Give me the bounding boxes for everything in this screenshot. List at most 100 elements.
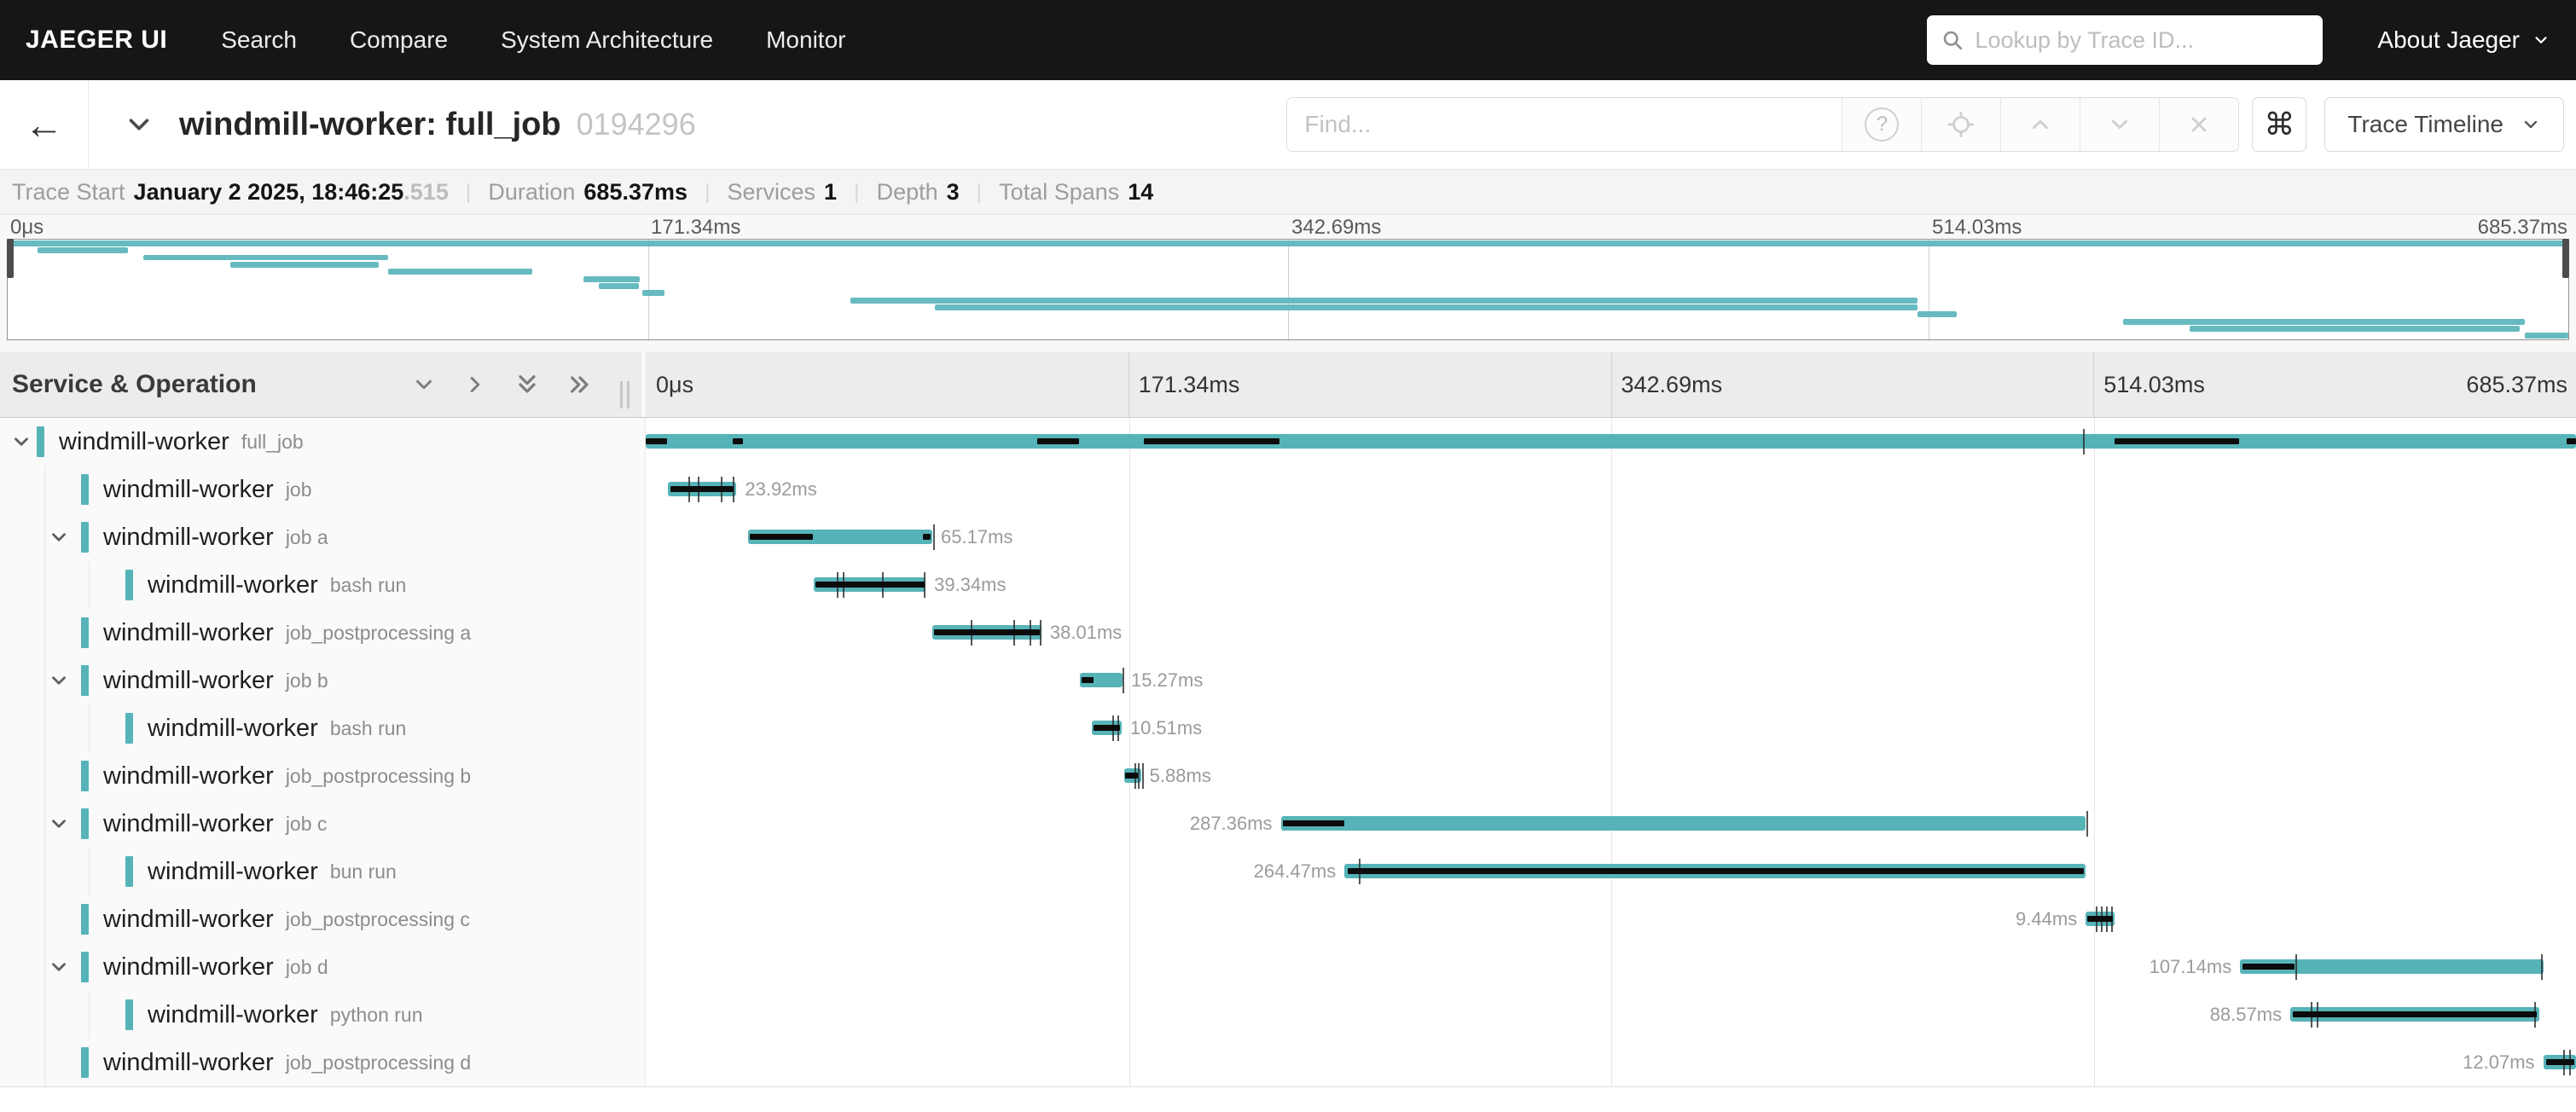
span-row-detail[interactable]: windmill-workerbash run xyxy=(0,704,646,752)
timeline-panel-header: Service & Operation 0μs171.34ms342.69ms5… xyxy=(0,352,2576,418)
span-duration-label: 287.36ms xyxy=(1190,800,1273,848)
service-name: windmill-worker xyxy=(103,906,274,934)
span-row-detail[interactable]: windmill-workerfull_job xyxy=(0,418,646,466)
command-icon: ⌘ xyxy=(2264,107,2295,142)
critical-path-segment xyxy=(1283,820,1344,826)
summary-label: Duration xyxy=(488,179,575,206)
nav-item-compare[interactable]: Compare xyxy=(323,26,474,54)
timeline-gridline xyxy=(1128,352,1129,417)
trace-view-selector[interactable]: Trace Timeline xyxy=(2324,97,2564,152)
span-row: windmill-workerjob_postprocessing b5.88m… xyxy=(0,752,2576,800)
back-button[interactable]: ← xyxy=(0,80,89,169)
column-resize-handle[interactable] xyxy=(620,381,629,408)
chevron-down-icon xyxy=(2107,112,2132,137)
minimap-span-bar xyxy=(230,262,379,268)
trace-lookup-input[interactable] xyxy=(1975,27,2309,54)
span-row: windmill-workerjob_postprocessing d12.07… xyxy=(0,1039,2576,1086)
collapse-trace-detail-icon[interactable] xyxy=(123,108,155,141)
span-bar[interactable] xyxy=(646,434,2576,449)
chevron-down-icon xyxy=(2521,114,2541,135)
app-logo[interactable]: JAEGER UI xyxy=(26,26,167,55)
about-jaeger-menu[interactable]: About Jaeger xyxy=(2377,26,2550,54)
expand-one-icon[interactable] xyxy=(462,372,488,397)
about-jaeger-label: About Jaeger xyxy=(2377,26,2520,54)
nav-item-system-architecture[interactable]: System Architecture xyxy=(474,26,740,54)
find-help-button[interactable]: ? xyxy=(1842,98,1921,151)
span-row-detail[interactable]: windmill-workerjob xyxy=(0,466,646,513)
span-collapse-icon[interactable] xyxy=(48,956,70,978)
service-color-bar xyxy=(81,952,89,982)
service-name: windmill-worker xyxy=(148,858,318,886)
service-color-bar xyxy=(81,474,89,505)
expand-all-icon[interactable] xyxy=(566,371,594,398)
operation-name: bash run xyxy=(330,574,407,597)
trace-view-selector-label: Trace Timeline xyxy=(2347,111,2503,138)
span-collapse-icon[interactable] xyxy=(48,669,70,692)
span-row: windmill-worker job_postprocessing c 9.44m… xyxy=(0,895,2576,943)
chevron-down-icon xyxy=(2532,31,2550,49)
span-duration-label: 15.27ms xyxy=(1131,657,1203,704)
collapse-all-icon[interactable] xyxy=(513,371,541,398)
span-row-detail[interactable]: windmill-workerpython run xyxy=(0,991,646,1039)
span-row-detail[interactable]: windmill-workerbash run xyxy=(0,561,646,609)
operation-name: bun run xyxy=(330,860,397,883)
span-row-detail[interactable]: windmill-workerjob_postprocessing d xyxy=(0,1039,646,1086)
span-collapse-icon[interactable] xyxy=(48,526,70,548)
span-collapse-icon[interactable] xyxy=(48,813,70,835)
span-row-detail[interactable]: windmill-workerjob_postprocessing b xyxy=(0,752,646,800)
span-row-detail[interactable]: windmill-workerjob b xyxy=(0,657,646,704)
span-row-detail[interactable]: windmill-workerjob_postprocessing a xyxy=(0,609,646,657)
span-log-marker xyxy=(1138,763,1140,789)
critical-path-segment xyxy=(2567,438,2576,444)
summary-value: 3 xyxy=(947,179,960,206)
top-nav: JAEGER UI SearchCompareSystem Architectu… xyxy=(0,0,2576,80)
minimap-left-scrubber[interactable] xyxy=(7,239,14,278)
service-name: windmill-worker xyxy=(103,619,274,647)
minimap-right-scrubber[interactable] xyxy=(2562,239,2569,278)
span-row: windmill-workerjob a65.17ms xyxy=(0,513,2576,561)
minimap-span-bar xyxy=(2190,326,2520,332)
timeline-minimap[interactable] xyxy=(7,239,2569,340)
search-icon xyxy=(1941,28,1964,52)
span-row-detail[interactable]: windmill-worker job_postprocessing c xyxy=(0,895,646,943)
minimap-axis-labels: 0μs171.34ms342.69ms514.03ms685.37ms xyxy=(7,215,2569,239)
span-timeline-cell: 5.88ms xyxy=(646,752,2576,800)
minimap-tick-label: 0μs xyxy=(10,215,44,240)
operation-name: job b xyxy=(286,669,328,692)
critical-path-segment xyxy=(1094,725,1121,731)
find-input[interactable] xyxy=(1287,98,1842,151)
next-match-button[interactable] xyxy=(2080,98,2159,151)
operation-name: job_postprocessing d xyxy=(286,1051,471,1074)
focus-match-button[interactable] xyxy=(1921,98,2000,151)
span-row-detail[interactable]: windmill-worker bun run xyxy=(0,848,646,895)
operation-name: job_postprocessing c xyxy=(286,908,470,931)
span-log-marker xyxy=(2083,429,2085,455)
span-row-detail[interactable]: windmill-workerjob a xyxy=(0,513,646,561)
span-collapse-icon[interactable] xyxy=(10,431,32,453)
operation-name: job_postprocessing b xyxy=(286,765,471,788)
tree-indent-guide xyxy=(44,561,45,609)
span-timeline-cell: 38.01ms xyxy=(646,609,2576,657)
tree-indent-guide xyxy=(44,704,45,752)
span-bar[interactable] xyxy=(1281,816,2086,831)
service-operation-title: Service & Operation xyxy=(12,370,257,399)
tree-indent-guide xyxy=(44,1039,45,1086)
trace-title: windmill-worker: full_job xyxy=(179,107,561,143)
help-icon: ? xyxy=(1865,107,1899,142)
critical-path-segment xyxy=(646,438,667,444)
nav-item-monitor[interactable]: Monitor xyxy=(740,26,872,54)
nav-item-search[interactable]: Search xyxy=(194,26,323,54)
find-group: ? xyxy=(1286,97,2239,152)
trace-lookup xyxy=(1927,15,2323,65)
critical-path-segment xyxy=(1125,773,1138,779)
span-row-detail[interactable]: windmill-workerjob d xyxy=(0,943,646,991)
collapse-one-icon[interactable] xyxy=(411,372,437,397)
prev-match-button[interactable] xyxy=(2000,98,2080,151)
chevron-down-icon xyxy=(123,108,155,141)
critical-path-segment xyxy=(2115,438,2239,444)
span-timeline-cell: 9.44ms xyxy=(646,895,2576,943)
clear-find-button[interactable] xyxy=(2159,98,2238,151)
keyboard-shortcuts-button[interactable]: ⌘ xyxy=(2252,97,2306,152)
span-row-detail[interactable]: windmill-workerjob c xyxy=(0,800,646,848)
critical-path-segment xyxy=(750,534,813,540)
